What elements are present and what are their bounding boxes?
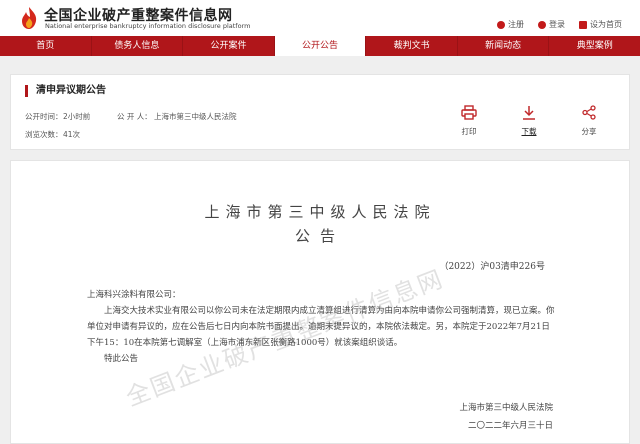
views-label: 浏览次数： xyxy=(25,130,63,139)
case-number: （2022）沪03清申226号 xyxy=(439,262,545,272)
nav-public-cases[interactable]: 公开案件 xyxy=(183,36,275,56)
user-icon xyxy=(497,20,505,29)
set-homepage-label: 设为首页 xyxy=(590,20,622,29)
notice-body-text: 上海交大技术实业有限公司以你公司未在法定期限内成立清算组进行清算为由向本院申请你… xyxy=(87,306,555,348)
login-link[interactable]: 登录 xyxy=(538,19,565,30)
download-icon xyxy=(523,106,535,120)
site-subtitle: National enterprise bankruptcy informati… xyxy=(45,22,251,30)
home-icon xyxy=(579,20,587,29)
register-link[interactable]: 注册 xyxy=(497,19,524,30)
nav-judgments[interactable]: 裁判文书 xyxy=(366,36,458,56)
flame-logo-icon[interactable] xyxy=(18,6,40,30)
document-title: 公告 xyxy=(294,227,345,245)
login-icon xyxy=(538,20,546,29)
publish-time-value: 2小时前 xyxy=(63,112,91,121)
views-value: 41次 xyxy=(63,130,81,139)
publisher-label: 公 开 人： xyxy=(117,112,152,121)
download-button[interactable]: 下载 xyxy=(509,105,549,137)
nav-home[interactable]: 首页 xyxy=(0,36,92,56)
share-icon xyxy=(582,105,596,120)
publisher-value: 上海市第三中级人民法院 xyxy=(154,112,237,121)
set-homepage-link[interactable]: 设为首页 xyxy=(579,19,622,30)
closing-text: 特此公告 xyxy=(104,354,139,364)
nav-news[interactable]: 新闻动态 xyxy=(458,36,550,56)
issuing-court-signature: 上海市第三中级人民法院 xyxy=(459,403,553,413)
top-links: 注册 登录 设为首页 xyxy=(483,19,622,30)
print-button[interactable]: 打印 xyxy=(449,105,489,137)
printer-icon xyxy=(461,105,477,120)
nav-debtor-info[interactable]: 债务人信息 xyxy=(92,36,184,56)
notice-document: 上海市第三中级人民法院 公告 （2022）沪03清申226号 上海科兴涂料有限公… xyxy=(10,160,630,444)
issue-date: 二〇二二年六月三十日 xyxy=(467,421,553,431)
notice-info-panel: 清申异议期公告 公开时间： 2小时前 公 开 人： 上海市第三中级人民法院 浏览… xyxy=(10,74,630,150)
addressee: 上海科兴涂料有限公司： xyxy=(87,290,181,300)
publish-time-label: 公开时间： xyxy=(25,112,63,121)
notice-title: 清申异议期公告 xyxy=(25,85,106,97)
site-header: 全国企业破产重整案件信息网 National enterprise bankru… xyxy=(0,0,640,36)
nav-typical-cases[interactable]: 典型案例 xyxy=(549,36,640,56)
login-label: 登录 xyxy=(549,20,565,29)
document-court-name: 上海市第三中级人民法院 xyxy=(204,203,436,221)
share-label: 分享 xyxy=(581,127,597,136)
register-label: 注册 xyxy=(508,20,524,29)
share-button[interactable]: 分享 xyxy=(569,105,609,137)
download-label: 下载 xyxy=(521,127,537,136)
nav-public-notices[interactable]: 公开公告 xyxy=(274,36,367,56)
document-body: 上海科兴涂料有限公司： 上海交大技术实业有限公司以你公司未在法定期限内成立清算组… xyxy=(87,287,557,367)
print-label: 打印 xyxy=(461,127,477,136)
main-nav: 首页 债务人信息 公开案件 公开公告 裁判文书 新闻动态 典型案例 xyxy=(0,36,640,56)
